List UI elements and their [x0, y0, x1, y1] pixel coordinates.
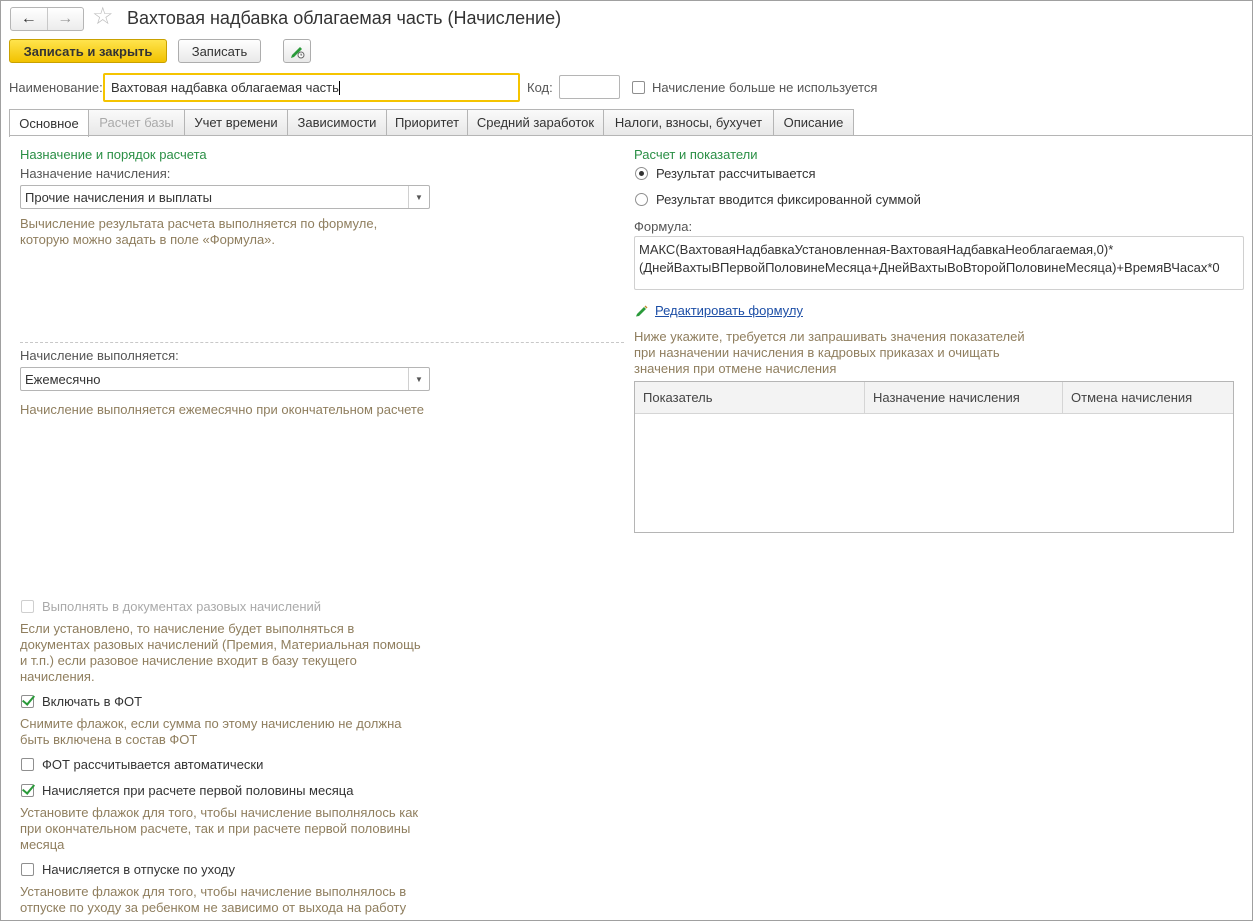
first-half-hint: Установите флажок для того, чтобы начисл… — [20, 805, 418, 853]
tab-average-earnings[interactable]: Средний заработок — [467, 109, 604, 135]
pencil-icon — [635, 303, 649, 320]
radio-result-fixed[interactable] — [635, 193, 648, 206]
frequency-hint: Начисление выполняется ежемесячно при ок… — [20, 402, 424, 417]
first-half-checkbox[interactable] — [21, 784, 34, 797]
hint-line: Если установлено, то начисление будет вы… — [20, 621, 355, 636]
purpose-select-value: Прочие начисления и выплаты — [25, 189, 212, 205]
hint-line: Вычисление результата расчета выполняетс… — [20, 216, 378, 231]
name-label: Наименование: — [9, 80, 103, 95]
fot-label: Включать в ФОТ — [42, 694, 143, 709]
formula-line: МАКС(ВахтоваяНадбавкаУстановленная-Вахто… — [639, 242, 1114, 257]
purpose-section-title: Назначение и порядок расчета — [20, 147, 207, 162]
formula-label: Формула: — [634, 219, 693, 234]
radio-result-calculated-label: Результат рассчитывается — [656, 166, 816, 181]
tab-main[interactable]: Основное — [9, 109, 89, 137]
frequency-select-value: Ежемесячно — [25, 371, 101, 387]
leave-label: Начисляется в отпуске по уходу — [42, 862, 236, 877]
indicators-hint: Ниже укажите, требуется ли запрашивать з… — [634, 329, 1025, 377]
chevron-down-icon[interactable]: ▼ — [408, 186, 429, 208]
tab-taxes[interactable]: Налоги, взносы, бухучет — [603, 109, 774, 135]
fot-auto-checkbox[interactable] — [21, 758, 34, 771]
forward-arrow-icon[interactable]: → — [48, 8, 84, 30]
fot-hint: Снимите флажок, если сумма по этому начи… — [20, 716, 401, 748]
name-input[interactable]: Вахтовая надбавка облагаемая часть — [103, 73, 520, 102]
column-header-indicator[interactable]: Показатель — [635, 382, 865, 413]
hint-line: значения при отмене начисления — [634, 361, 837, 376]
star-icon[interactable]: ☆ — [92, 4, 114, 30]
tab-underline — [9, 135, 1253, 136]
hint-line: Установите флажок для того, чтобы начисл… — [20, 805, 419, 820]
back-arrow-icon[interactable]: ← — [11, 8, 48, 30]
hint-line: которую можно задать в поле «Формула». — [20, 232, 276, 247]
tab-time-tracking[interactable]: Учет времени — [184, 109, 288, 135]
frequency-label: Начисление выполняется: — [20, 348, 179, 363]
hint-line: начисления. — [20, 669, 95, 684]
hint-line: при окончательном расчете, так и при рас… — [20, 821, 411, 836]
edit-button[interactable] — [283, 39, 311, 63]
one-time-checkbox[interactable] — [21, 600, 34, 613]
hint-line: документах разовых начислений (Премия, М… — [20, 637, 421, 652]
one-time-hint: Если установлено, то начисление будет вы… — [20, 621, 421, 685]
pen-edit-icon — [291, 47, 305, 59]
hint-line: Снимите флажок, если сумма по этому начи… — [20, 716, 402, 731]
tab-bar: Основное Расчет базы Учет времени Зависи… — [9, 109, 854, 137]
table-header: Показатель Назначение начисления Отмена … — [635, 382, 1233, 414]
tab-priority[interactable]: Приоритет — [386, 109, 468, 135]
tab-description[interactable]: Описание — [773, 109, 854, 135]
indicators-table[interactable]: Показатель Назначение начисления Отмена … — [634, 381, 1234, 533]
name-input-value: Вахтовая надбавка облагаемая часть — [111, 80, 339, 95]
leave-checkbox[interactable] — [21, 863, 34, 876]
save-and-close-button[interactable]: Записать и закрыть — [9, 39, 167, 63]
purpose-label: Назначение начисления: — [20, 166, 171, 181]
formula-line: (ДнейВахтыВПервойПоловинеМесяца+ДнейВахт… — [639, 260, 1220, 275]
column-header-assignment[interactable]: Назначение начисления — [865, 382, 1063, 413]
hint-line: месяца — [20, 837, 65, 852]
save-button[interactable]: Записать — [178, 39, 261, 63]
radio-result-calculated[interactable] — [635, 167, 648, 180]
not-used-checkbox[interactable] — [632, 81, 645, 94]
code-label: Код: — [527, 80, 553, 95]
leave-hint: Установите флажок для того, чтобы начисл… — [20, 884, 406, 916]
first-half-label: Начисляется при расчете первой половины … — [42, 783, 354, 798]
hint-line: отпуске по уходу за ребенком не зависимо… — [20, 900, 407, 915]
formula-field[interactable]: МАКС(ВахтоваяНадбавкаУстановленная-Вахто… — [634, 236, 1244, 290]
divider — [20, 342, 624, 343]
one-time-label: Выполнять в документах разовых начислени… — [42, 599, 322, 614]
hint-line: и т.п.) если разовое начисление входит в… — [20, 653, 357, 668]
frequency-select[interactable]: Ежемесячно ▼ — [20, 367, 430, 391]
edit-formula-link[interactable]: Редактировать формулу — [655, 303, 803, 318]
chevron-down-icon[interactable]: ▼ — [408, 368, 429, 390]
text-cursor — [338, 80, 340, 95]
purpose-select[interactable]: Прочие начисления и выплаты ▼ — [20, 185, 430, 209]
code-input[interactable] — [559, 75, 620, 99]
fot-auto-label: ФОТ рассчитывается автоматически — [42, 757, 264, 772]
radio-result-fixed-label: Результат вводится фиксированной суммой — [656, 192, 921, 207]
hint-line: при назначении начисления в кадровых при… — [634, 345, 1000, 360]
hint-line: быть включена в состав ФОТ — [20, 732, 198, 747]
hint-line: Ниже укажите, требуется ли запрашивать з… — [634, 329, 1025, 344]
tab-base-calc[interactable]: Расчет базы — [88, 109, 185, 135]
column-header-cancel[interactable]: Отмена начисления — [1063, 382, 1233, 413]
tab-dependencies[interactable]: Зависимости — [287, 109, 387, 135]
page-title: Вахтовая надбавка облагаемая часть (Начи… — [127, 8, 562, 28]
not-used-label: Начисление больше не используется — [652, 80, 878, 95]
nav-buttons: ← → — [10, 7, 84, 31]
calc-section-title: Расчет и показатели — [634, 147, 758, 162]
fot-checkbox[interactable] — [21, 695, 34, 708]
hint-line: Установите флажок для того, чтобы начисл… — [20, 884, 407, 899]
purpose-hint: Вычисление результата расчета выполняетс… — [20, 216, 377, 248]
